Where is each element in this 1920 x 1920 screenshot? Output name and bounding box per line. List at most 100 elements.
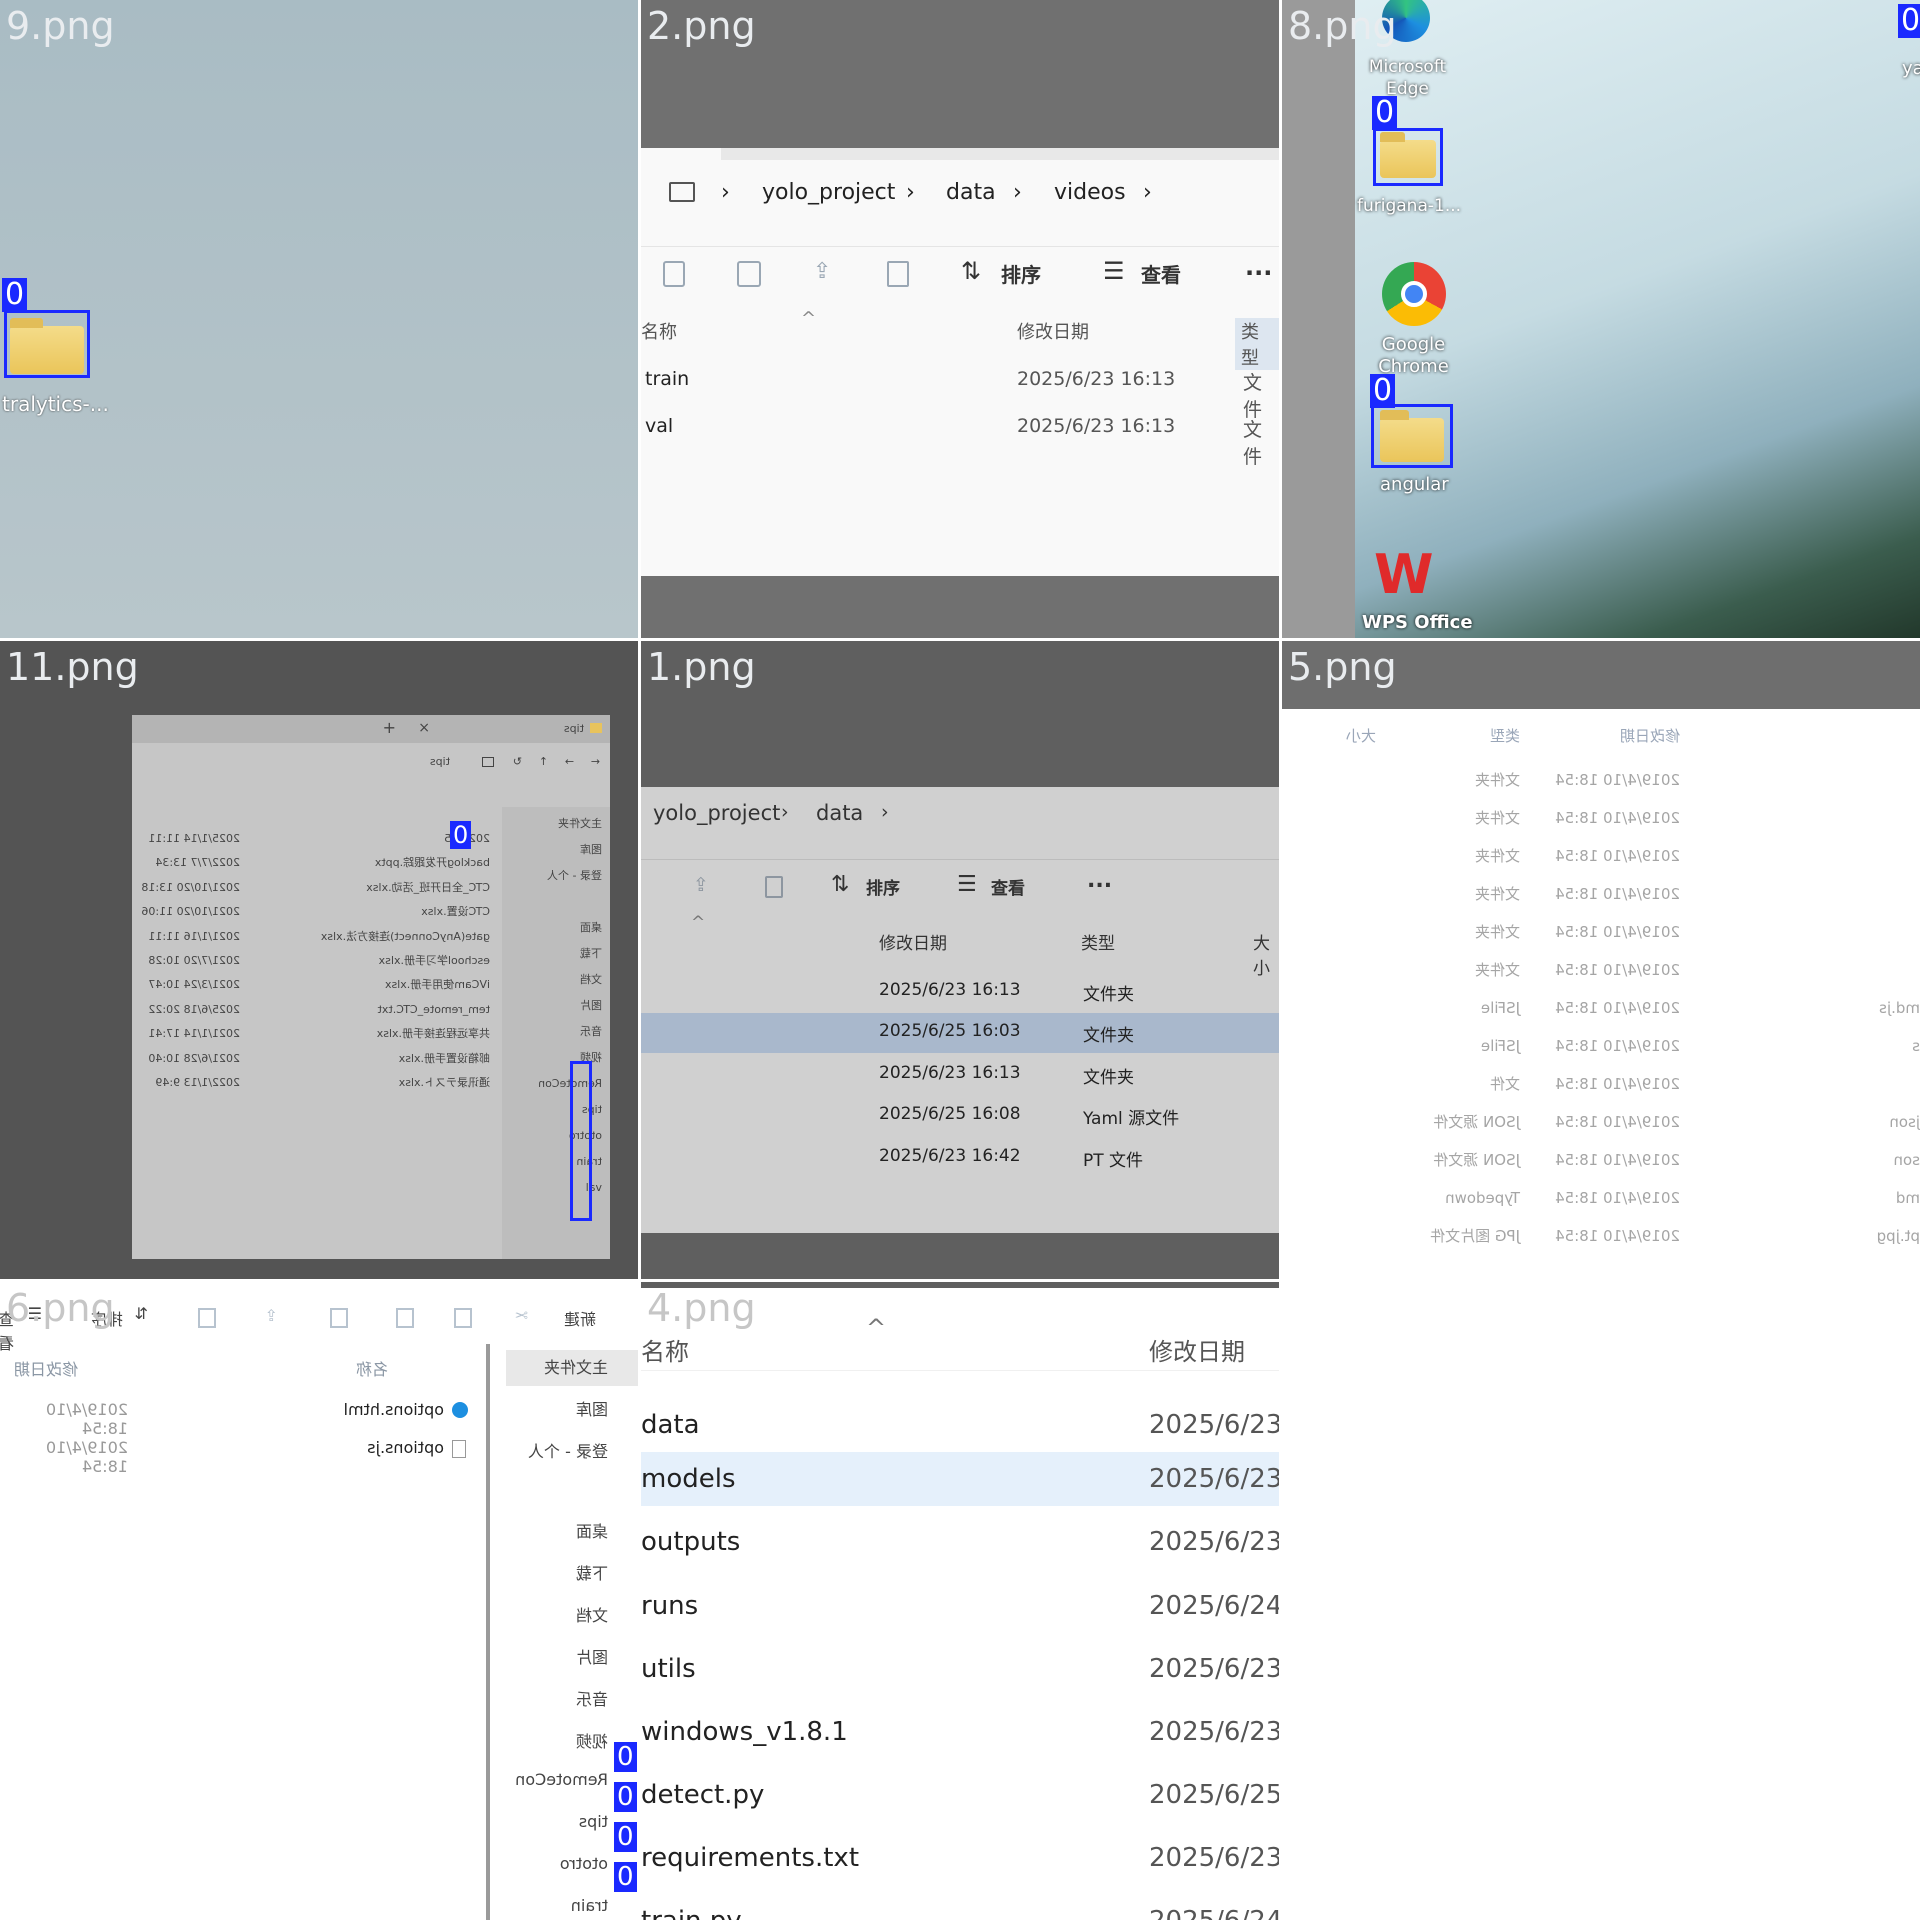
close-icon[interactable]: × (418, 720, 430, 736)
table-row[interactable]: son 2019/4/10 18:54 JSON 源文件 (1282, 1141, 1920, 1179)
folder-icon[interactable] (10, 318, 84, 374)
table-row[interactable]: iVCam使用手册.xlsx 2021/3/24 10:47 (140, 973, 490, 997)
copy-icon[interactable] (454, 1308, 472, 1328)
address-bar[interactable]: › yolo_project › data › videos › (641, 170, 1279, 222)
table-row[interactable]: CTC设置.xlsx 2021/10/20 11:06 (140, 900, 490, 924)
column-modified[interactable]: 修改日期 (1017, 318, 1089, 344)
table-row[interactable]: 2019/4/10 18:54 文件夹 (1282, 913, 1920, 951)
table-row[interactable]: data 2025/6/23 (641, 1398, 1279, 1452)
sidebar-item[interactable]: RemoteCon (515, 1770, 608, 1789)
table-row[interactable]: gate(AnyConnect)连接方法.xlsx 2021/1/16 11:11 (140, 925, 490, 949)
sidebar-item[interactable]: 视频 (576, 1728, 608, 1752)
share-icon[interactable]: ⇪ (265, 1306, 278, 1325)
folder-icon[interactable] (1380, 410, 1444, 462)
table-row[interactable]: json 2019/4/10 18:54 JSON 源文件 (1282, 1103, 1920, 1141)
new-button[interactable]: 新建 (564, 1306, 596, 1330)
column-modified[interactable]: 修改日期 (14, 1356, 78, 1380)
folder-icon[interactable] (1380, 132, 1436, 178)
table-row[interactable]: 2019/4/10 18:54 文件夹 (1282, 799, 1920, 837)
table-row[interactable]: train 2025/6/23 16:13 文件 (641, 360, 1279, 421)
sort-button[interactable]: 排序 (1001, 259, 1041, 288)
address-bar[interactable]: yolo_project › data › (641, 787, 1279, 843)
sidebar-item[interactable]: 图库 (576, 1396, 608, 1420)
new-tab-icon[interactable]: + (383, 718, 396, 737)
table-row-selected[interactable]: models 2025/6/23 (641, 1452, 1279, 1506)
table-row[interactable]: 2025/6/23 16:13 文件夹 (641, 1055, 1279, 1095)
rename-icon[interactable] (737, 261, 761, 287)
paste-icon[interactable] (396, 1308, 414, 1328)
breadcrumb-item[interactable]: yolo_project (653, 801, 780, 825)
table-row[interactable]: CTC_全日开班_活动.xlsx 2021/10/20 13:18 (140, 876, 490, 900)
table-row[interactable]: val 2025/6/23 16:13 文件 (641, 407, 1279, 468)
column-type[interactable]: 类型 (1490, 725, 1520, 746)
table-row[interactable]: runs 2025/6/24 (641, 1579, 1279, 1633)
sidebar-item[interactable]: tips (579, 1812, 608, 1831)
table-row-selected[interactable]: 2025/6/25 16:03 文件夹 (641, 1013, 1279, 1053)
copy-icon[interactable] (663, 261, 685, 287)
up-icon[interactable]: ↑ (539, 755, 548, 768)
table-row[interactable]: detect.py 2025/6/25 (641, 1768, 1279, 1822)
table-row[interactable]: train.py 2025/6/24 (641, 1894, 1279, 1920)
table-row[interactable]: 共享远程连接手册.xlsx 2021/1/14 17:41 (140, 1022, 490, 1046)
share-icon[interactable]: ⇪ (813, 259, 831, 284)
breadcrumb-item[interactable]: yolo_project (762, 180, 895, 205)
more-button[interactable]: ... (1087, 868, 1112, 893)
sidebar-item[interactable]: 音乐 (538, 1019, 602, 1045)
table-row[interactable]: outputs 2025/6/23 (641, 1515, 1279, 1569)
sidebar-item[interactable]: 登录 - 个人 (528, 1438, 608, 1462)
sort-button[interactable]: 排序 (866, 874, 900, 899)
table-row[interactable]: 2022-052025/1/14 11:11 (140, 827, 490, 851)
sidebar-item-home[interactable]: 主文件夹 (506, 1350, 638, 1386)
table-row[interactable]: 2019/4/10 18:54 文件夹 (1282, 761, 1920, 799)
sidebar-item[interactable]: 桌面 (576, 1518, 608, 1542)
sidebar-item[interactable]: 音乐 (576, 1686, 608, 1710)
table-row[interactable]: md 2019/4/10 18:54 Typedown (1282, 1179, 1920, 1217)
forward-icon[interactable]: → (565, 755, 574, 768)
table-row[interactable]: 2019/4/10 18:54 文件夹 (1282, 951, 1920, 989)
breadcrumb-item[interactable]: data (816, 801, 863, 825)
breadcrumb-item[interactable]: tips (430, 755, 450, 768)
table-row[interactable]: 2019/4/10 18:54 文件 (1282, 1065, 1920, 1103)
column-size[interactable]: 大小 (1346, 725, 1376, 746)
table-row[interactable]: eschool学习手册.xlsx 2021/7/20 10:28 (140, 949, 490, 973)
table-row[interactable]: options.html 2019/4/10 18:54 (0, 1398, 478, 1438)
table-row[interactable]: 通讯录テスト.xlsx 2022/1/13 9:49 (140, 1071, 490, 1095)
table-row[interactable]: 2019/4/10 18:54 文件夹 (1282, 875, 1920, 913)
sidebar-item[interactable]: 文档 (576, 1602, 608, 1626)
sidebar-item[interactable]: 下载 (538, 941, 602, 967)
table-row[interactable]: s 2019/4/10 18:54 JSFile (1282, 1027, 1920, 1065)
column-modified[interactable]: 修改日期 (1149, 1332, 1245, 1367)
table-row[interactable]: tem_remote_CTC.txt 2025/6/18 20:22 (140, 998, 490, 1022)
column-modified[interactable]: 修改日期 (879, 929, 947, 954)
delete-icon[interactable] (765, 876, 783, 898)
table-row[interactable]: md.js 2019/4/10 18:54 JSFile (1282, 989, 1920, 1027)
more-button[interactable]: ... (1245, 253, 1272, 281)
table-row[interactable]: 2025/6/23 16:42 PT 文件 (641, 1138, 1279, 1178)
refresh-icon[interactable]: ↻ (513, 755, 522, 768)
breadcrumb-item[interactable]: data (946, 180, 996, 205)
sidebar-item[interactable]: 登录 - 个人 (538, 863, 602, 889)
column-name[interactable]: 名称 (641, 318, 677, 344)
column-type[interactable]: 类型 (1081, 929, 1115, 954)
table-row[interactable]: utils 2025/6/23 (641, 1642, 1279, 1696)
chrome-icon[interactable] (1382, 262, 1446, 326)
column-name[interactable]: 名称 (356, 1356, 388, 1380)
sidebar-item[interactable]: 图库 (538, 837, 602, 863)
table-row[interactable]: windows_v1.8.1 2025/6/23 (641, 1705, 1279, 1759)
sidebar-item[interactable]: 主文件夹 (538, 811, 602, 837)
delete-icon[interactable] (887, 261, 909, 287)
cut-icon[interactable]: ✂ (515, 1306, 528, 1325)
sidebar-item[interactable]: 下载 (576, 1560, 608, 1584)
back-icon[interactable]: ← (591, 755, 600, 768)
address-bar[interactable]: ← → ↑ ↻ tips (132, 751, 610, 775)
table-row[interactable]: 邮箱设置手册.xlsx 2021/6/28 10:40 (140, 1047, 490, 1071)
view-button[interactable]: 查看 (1141, 259, 1181, 288)
delete-icon[interactable] (198, 1308, 216, 1328)
table-row[interactable]: options.js 2019/4/10 18:54 (0, 1436, 478, 1476)
sidebar-item[interactable]: 文档 (538, 967, 602, 993)
sidebar-item[interactable]: 桌面 (538, 915, 602, 941)
sidebar-item[interactable]: 图片 (538, 993, 602, 1019)
sidebar-item[interactable]: 图片 (576, 1644, 608, 1668)
view-button[interactable]: 查看 (991, 874, 1025, 899)
rename-icon[interactable] (330, 1308, 348, 1328)
